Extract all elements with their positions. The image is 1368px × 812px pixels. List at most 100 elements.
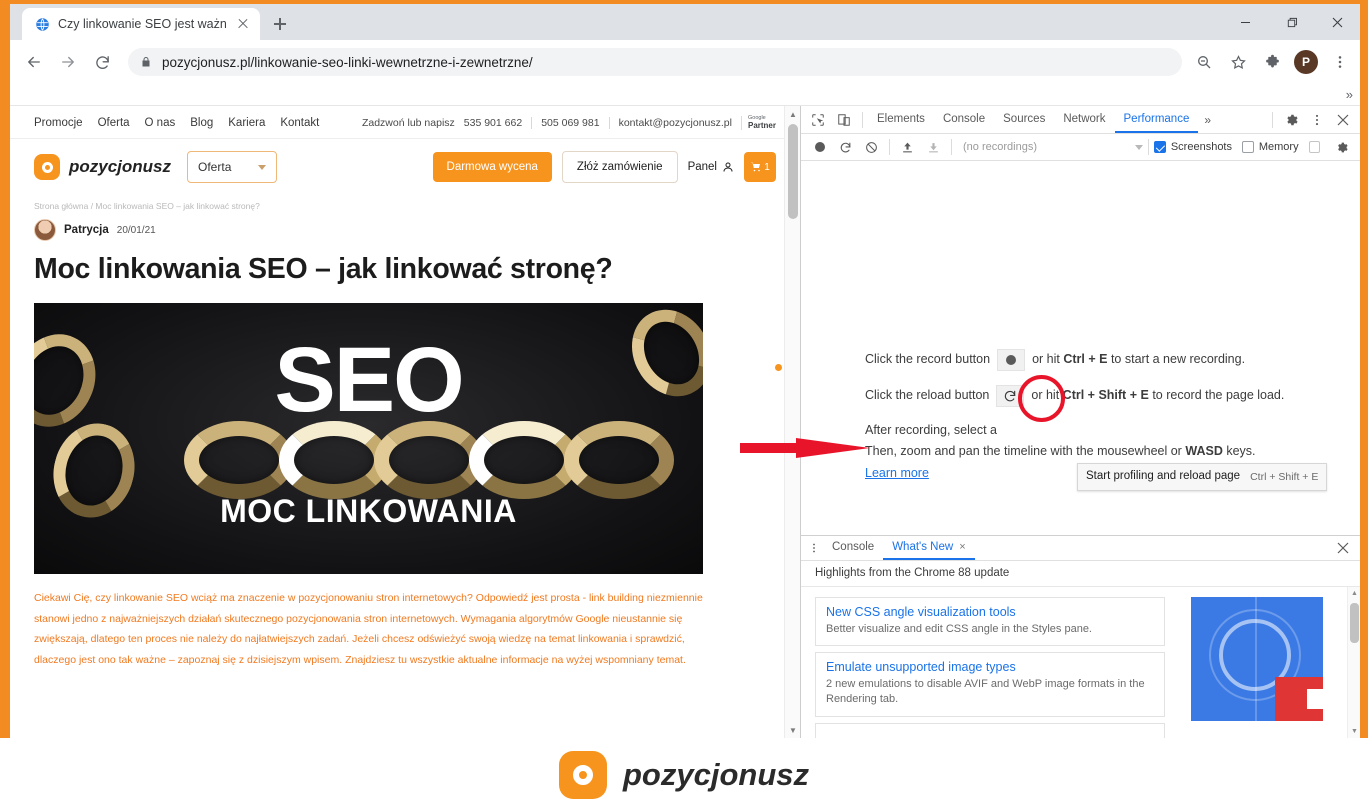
tab-console[interactable]: Console — [934, 106, 994, 133]
capture-settings-icon[interactable] — [1328, 135, 1354, 159]
profile-avatar[interactable]: P — [1294, 50, 1318, 74]
forward-arrow-icon[interactable] — [52, 46, 84, 78]
maximize-icon[interactable] — [1268, 6, 1314, 38]
panel-link[interactable]: Panel — [688, 161, 734, 173]
offer-dropdown[interactable]: Oferta — [187, 151, 278, 184]
instruction-zoom-b: keys. — [1226, 444, 1256, 459]
tab-close-icon[interactable] — [234, 15, 252, 33]
back-arrow-icon[interactable] — [18, 46, 50, 78]
whats-new-card-desc: 2 new emulations to disable AVIF and Web… — [826, 678, 1145, 706]
bookmarks-overflow-icon[interactable]: » — [1346, 87, 1353, 102]
topnav-item-kariera[interactable]: Kariera — [228, 117, 265, 129]
cart-button[interactable]: 1 — [744, 152, 776, 183]
footer-logo-text: pozycjonusz — [622, 757, 809, 792]
star-icon[interactable] — [1226, 50, 1250, 74]
drawer-close-icon[interactable] — [1330, 536, 1356, 560]
instruction-zoom-line: Then, zoom and pan the timeline with the… — [865, 442, 1335, 461]
whats-new-card-title[interactable]: New CSS angle visualization tools — [826, 605, 1154, 619]
instruction-record-keys: Ctrl + E — [1063, 352, 1108, 367]
free-quote-button[interactable]: Darmowa wycena — [432, 152, 552, 183]
whats-new-card-title[interactable]: Emulate unsupported image types — [826, 660, 1154, 674]
divider — [1272, 111, 1273, 128]
list-item[interactable] — [815, 722, 1165, 738]
divider — [608, 117, 610, 130]
url-text: pozycjonusz.pl/linkowanie-seo-linki-wewn… — [162, 54, 533, 70]
logo-mark-icon — [34, 154, 60, 181]
topnav-item-oferta[interactable]: Oferta — [98, 117, 130, 129]
tab-elements[interactable]: Elements — [868, 106, 934, 133]
reload-icon[interactable] — [86, 46, 118, 78]
learn-more-link[interactable]: Learn more — [865, 466, 929, 480]
drawer-tab-close-icon[interactable]: × — [959, 541, 965, 553]
three-dot-menu-icon[interactable] — [1304, 108, 1330, 132]
instruction-reload-keys-1: Ctrl + Shift — [1062, 388, 1127, 403]
memory-checkbox[interactable] — [1242, 141, 1254, 153]
list-item[interactable]: Emulate unsupported image types 2 new em… — [815, 652, 1165, 717]
list-item[interactable]: New CSS angle visualization tools Better… — [815, 596, 1165, 647]
topnav-item-onas[interactable]: O nas — [145, 117, 176, 129]
hero-subheading: MOC LINKOWANIA — [220, 493, 517, 530]
site-topnav-contact: Zadzwoń lub napisz 535 901 662 505 069 9… — [362, 115, 776, 131]
topnav-item-promocje[interactable]: Promocje — [34, 117, 83, 129]
minimize-icon[interactable] — [1222, 6, 1268, 38]
upload-icon[interactable] — [895, 135, 921, 159]
address-bar[interactable]: pozycjonusz.pl/linkowanie-seo-linki-wewn… — [128, 48, 1182, 76]
device-toolbar-icon[interactable] — [831, 108, 857, 132]
scroll-up-icon[interactable]: ▲ — [1348, 587, 1360, 601]
tab-performance[interactable]: Performance — [1114, 106, 1199, 133]
page-scrollbar[interactable]: ▲ ▼ — [784, 106, 800, 738]
phone-1[interactable]: 535 901 662 — [464, 117, 522, 129]
footer-branding: pozycjonusz — [0, 738, 1368, 812]
scrollbar-thumb[interactable] — [1350, 602, 1359, 643]
tab-network[interactable]: Network — [1054, 106, 1114, 133]
toolbar-actions: P — [1192, 50, 1352, 74]
drawer-scrollbar[interactable]: ▲ ▼ — [1347, 586, 1360, 738]
instruction-reload-keys-2: + E — [1129, 388, 1149, 403]
drawer-tab-console[interactable]: Console — [823, 536, 883, 560]
instruction-zoom-keys: WASD — [1185, 444, 1223, 459]
scrollbar-thumb[interactable] — [788, 124, 798, 219]
drawer-tab-whats-new[interactable]: What's New × — [883, 536, 975, 560]
phone-2[interactable]: 505 069 981 — [541, 117, 599, 129]
scroll-up-icon[interactable]: ▲ — [785, 106, 800, 122]
drawer-menu-icon[interactable] — [805, 542, 823, 554]
puzzle-icon[interactable] — [1260, 50, 1284, 74]
scroll-down-icon[interactable]: ▼ — [785, 722, 800, 738]
inspect-element-icon[interactable] — [805, 108, 831, 132]
zoom-out-icon[interactable] — [1192, 50, 1216, 74]
extra-checkbox[interactable] — [1308, 141, 1321, 153]
screenshots-checkbox[interactable] — [1154, 141, 1166, 153]
reload-record-icon[interactable] — [833, 135, 859, 159]
cart-count: 1 — [764, 161, 770, 173]
topnav-item-kontakt[interactable]: Kontakt — [280, 117, 319, 129]
more-tabs-icon[interactable]: » — [1198, 113, 1216, 127]
inline-record-icon[interactable] — [997, 349, 1026, 371]
site-logo[interactable]: pozycjonusz — [34, 154, 171, 181]
devtools-close-icon[interactable] — [1330, 108, 1356, 132]
gear-icon[interactable] — [1278, 108, 1304, 132]
instruction-record-line: Click the record button or hit Ctrl + E … — [865, 349, 1335, 371]
drawer-tab-whats-new-label: What's New — [892, 541, 954, 553]
recordings-select[interactable]: (no recordings) — [963, 141, 1144, 153]
browser-tab[interactable]: Czy linkowanie SEO jest ważne? | — [22, 8, 260, 40]
three-dot-menu-icon[interactable] — [1328, 50, 1352, 74]
chain-link-decor — [184, 421, 294, 500]
performance-empty-state: Click the record button or hit Ctrl + E … — [801, 161, 1360, 535]
place-order-button[interactable]: Złóż zamówienie — [561, 151, 678, 184]
topnav-item-blog[interactable]: Blog — [190, 117, 213, 129]
new-tab-button[interactable] — [266, 10, 294, 38]
post-author: Patrycja 20/01/21 — [10, 211, 800, 242]
email-link[interactable]: kontakt@pozycjonusz.pl — [619, 117, 732, 129]
tooltip-shortcut: Ctrl + Shift + E — [1250, 470, 1319, 483]
user-icon — [723, 162, 733, 172]
red-highlight-circle — [1018, 375, 1065, 422]
download-icon[interactable] — [920, 135, 946, 159]
close-icon[interactable] — [1314, 6, 1360, 38]
scroll-down-icon[interactable]: ▼ — [1348, 724, 1360, 738]
record-icon[interactable] — [807, 135, 833, 159]
tab-sources[interactable]: Sources — [994, 106, 1054, 133]
page-viewport: Promocje Oferta O nas Blog Kariera Konta… — [10, 106, 800, 738]
offer-dropdown-label: Oferta — [198, 160, 232, 175]
page-title: Moc linkowania SEO – jak linkować stronę… — [34, 253, 613, 286]
clear-icon[interactable] — [858, 135, 884, 159]
